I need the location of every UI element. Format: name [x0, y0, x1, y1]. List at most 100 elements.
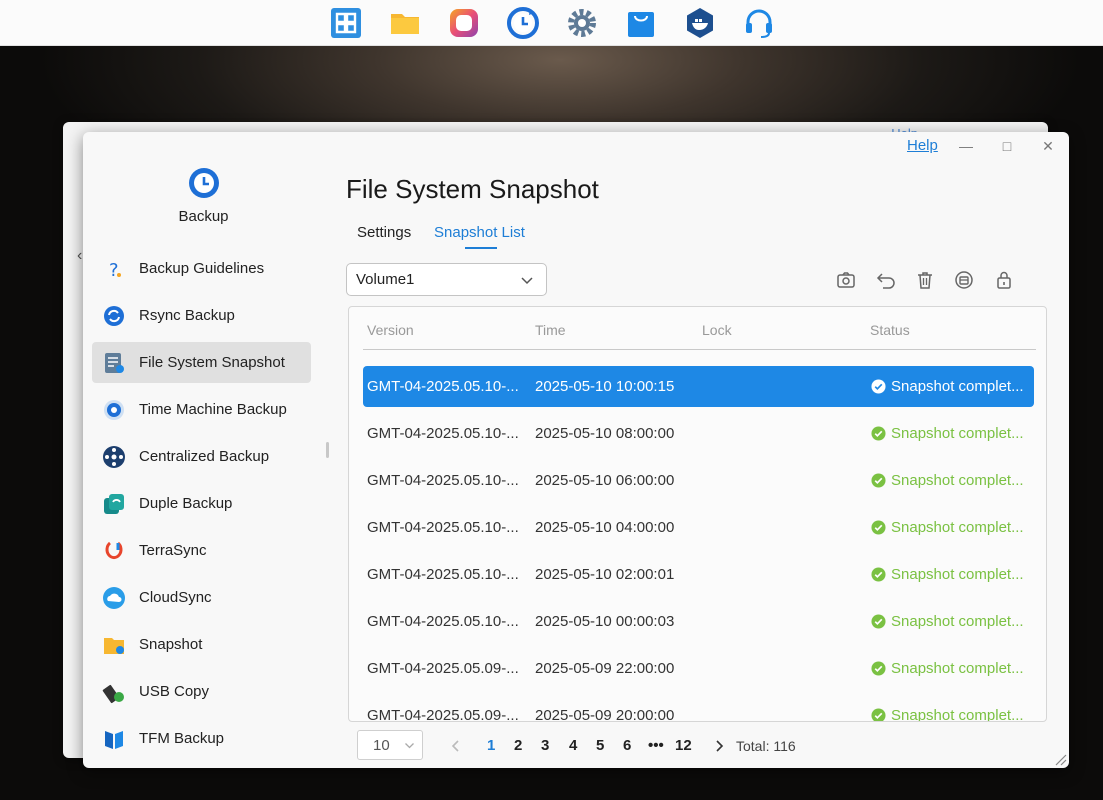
- cell-status: Snapshot complet...: [871, 378, 1024, 395]
- table-row[interactable]: GMT-04-2025.05.10-... 2025-05-10 04:00:0…: [363, 507, 1034, 548]
- column-header-lock[interactable]: Lock: [702, 322, 732, 338]
- table-row[interactable]: GMT-04-2025.05.10-... 2025-05-10 06:00:0…: [363, 460, 1034, 501]
- check-circle-icon: [871, 567, 886, 582]
- file-station-icon[interactable]: [388, 6, 422, 40]
- page-size-select[interactable]: 10: [357, 730, 423, 760]
- sidebar-scrollbar[interactable]: [326, 442, 329, 458]
- sidebar-item-snapshot[interactable]: Snapshot: [92, 624, 311, 665]
- cell-status: Snapshot complet...: [871, 566, 1024, 583]
- table-row[interactable]: GMT-04-2025.05.10-... 2025-05-10 00:00:0…: [363, 601, 1034, 642]
- sidebar-item-time-machine-backup[interactable]: Time Machine Backup: [92, 389, 311, 430]
- page-button-3[interactable]: 3: [541, 737, 549, 754]
- cell-version: GMT-04-2025.05.09-...: [367, 707, 519, 722]
- chevron-down-icon: [521, 277, 533, 285]
- file-system-snapshot-icon: [102, 351, 126, 375]
- column-header-time[interactable]: Time: [535, 322, 566, 338]
- maximize-button[interactable]: □: [999, 138, 1015, 154]
- sidebar-item-rsync-backup[interactable]: Rsync Backup: [92, 295, 311, 336]
- check-circle-icon: [871, 379, 886, 394]
- app-name: Backup: [178, 208, 229, 225]
- restore-icon[interactable]: [876, 270, 896, 290]
- settings-gear-icon[interactable]: [565, 6, 599, 40]
- status-text: Snapshot complet...: [891, 425, 1024, 442]
- check-circle-icon: [871, 614, 886, 629]
- cell-time: 2025-05-10 00:00:03: [535, 613, 675, 630]
- sidebar-item-label: Time Machine Backup: [139, 401, 287, 418]
- cell-version: GMT-04-2025.05.09-...: [367, 660, 519, 677]
- sidebar-item-centralized-backup[interactable]: Centralized Backup: [92, 436, 311, 477]
- table-row[interactable]: GMT-04-2025.05.10-... 2025-05-10 10:00:1…: [363, 366, 1034, 407]
- next-page-icon[interactable]: [713, 739, 725, 753]
- cell-status: Snapshot complet...: [871, 519, 1024, 536]
- snapshot-table: Version Time Lock Status GMT-04-2025.05.…: [348, 306, 1047, 722]
- cell-status: Snapshot complet...: [871, 472, 1024, 489]
- page-button-1[interactable]: 1: [487, 737, 495, 754]
- close-button[interactable]: ✕: [1040, 138, 1056, 155]
- top-dock: [0, 0, 1103, 46]
- support-headset-icon[interactable]: [742, 6, 776, 40]
- sidebar-item-label: Snapshot: [139, 636, 203, 653]
- page-button-2[interactable]: 2: [514, 737, 522, 754]
- backup-app-logo-icon: [186, 165, 222, 201]
- tab-settings[interactable]: Settings: [357, 224, 411, 241]
- camera-icon[interactable]: [836, 270, 856, 290]
- table-row[interactable]: GMT-04-2025.05.10-... 2025-05-10 08:00:0…: [363, 413, 1034, 454]
- cell-time: 2025-05-10 06:00:00: [535, 472, 675, 489]
- status-text: Snapshot complet...: [891, 378, 1024, 395]
- table-row[interactable]: GMT-04-2025.05.10-... 2025-05-10 02:00:0…: [363, 554, 1034, 595]
- check-circle-icon: [871, 661, 886, 676]
- sidebar-item-label: Backup Guidelines: [139, 260, 265, 277]
- status-text: Snapshot complet...: [891, 472, 1024, 489]
- cell-time: 2025-05-10 02:00:01: [535, 566, 675, 583]
- check-circle-icon: [871, 708, 886, 721]
- status-text: Snapshot complet...: [891, 519, 1024, 536]
- cell-version: GMT-04-2025.05.10-...: [367, 378, 519, 395]
- sidebar-item-label: TerraSync: [139, 542, 207, 559]
- sidebar-item-label: Duple Backup: [139, 495, 233, 512]
- photos-icon[interactable]: [447, 6, 481, 40]
- previous-page-icon[interactable]: [450, 739, 462, 753]
- svg-text:?: ?: [109, 260, 119, 281]
- cell-time: 2025-05-10 10:00:15: [535, 378, 675, 395]
- sidebar-item-label: USB Copy: [139, 683, 210, 700]
- sidebar-item-terrasync[interactable]: TerraSync: [92, 530, 311, 571]
- page-button-4[interactable]: 4: [569, 737, 577, 754]
- browse-icon[interactable]: [954, 270, 974, 290]
- page-button-5[interactable]: 5: [596, 737, 604, 754]
- page-button-12[interactable]: 12: [675, 737, 692, 754]
- control-panel-icon[interactable]: [329, 6, 363, 40]
- page-size-value: 10: [373, 737, 390, 754]
- sidebar-item-duple-backup[interactable]: Duple Backup: [92, 483, 311, 524]
- help-link[interactable]: Help: [907, 137, 938, 154]
- delete-icon[interactable]: [915, 270, 935, 290]
- page-ellipsis[interactable]: •••: [648, 737, 664, 754]
- status-text: Snapshot complet...: [891, 566, 1024, 583]
- lock-icon[interactable]: [994, 270, 1014, 290]
- tab-snapshot-list[interactable]: Snapshot List: [434, 224, 525, 241]
- column-header-status[interactable]: Status: [870, 322, 910, 338]
- centralized-backup-icon: [102, 445, 126, 469]
- app-center-icon[interactable]: [624, 6, 658, 40]
- sidebar-item-file-system-snapshot[interactable]: File System Snapshot: [92, 342, 311, 383]
- question-icon: ?: [102, 257, 126, 281]
- check-circle-icon: [871, 520, 886, 535]
- volume-select[interactable]: Volume1: [346, 263, 547, 296]
- sidebar: Backup ? Backup Guidelines Rsync Backup …: [83, 132, 329, 768]
- sidebar-item-backup-guidelines[interactable]: ? Backup Guidelines: [92, 248, 311, 289]
- cell-version: GMT-04-2025.05.10-...: [367, 425, 519, 442]
- table-row[interactable]: GMT-04-2025.05.09-... 2025-05-09 22:00:0…: [363, 648, 1034, 689]
- resize-grip-icon[interactable]: [1051, 750, 1067, 766]
- table-row[interactable]: GMT-04-2025.05.09-... 2025-05-09 20:00:0…: [363, 695, 1034, 722]
- backup-icon[interactable]: [506, 6, 540, 40]
- sidebar-item-cloudsync[interactable]: CloudSync: [92, 577, 311, 618]
- page-button-6[interactable]: 6: [623, 737, 631, 754]
- sidebar-item-usb-copy[interactable]: USB Copy: [92, 671, 311, 712]
- sidebar-item-label: Centralized Backup: [139, 448, 270, 465]
- sidebar-item-label: File System Snapshot: [139, 354, 285, 371]
- docker-icon[interactable]: [683, 6, 717, 40]
- column-header-version[interactable]: Version: [367, 322, 414, 338]
- sidebar-item-tfm-backup[interactable]: TFM Backup: [92, 718, 311, 759]
- page-title: File System Snapshot: [346, 174, 599, 204]
- minimize-button[interactable]: —: [958, 138, 974, 154]
- cell-status: Snapshot complet...: [871, 613, 1024, 630]
